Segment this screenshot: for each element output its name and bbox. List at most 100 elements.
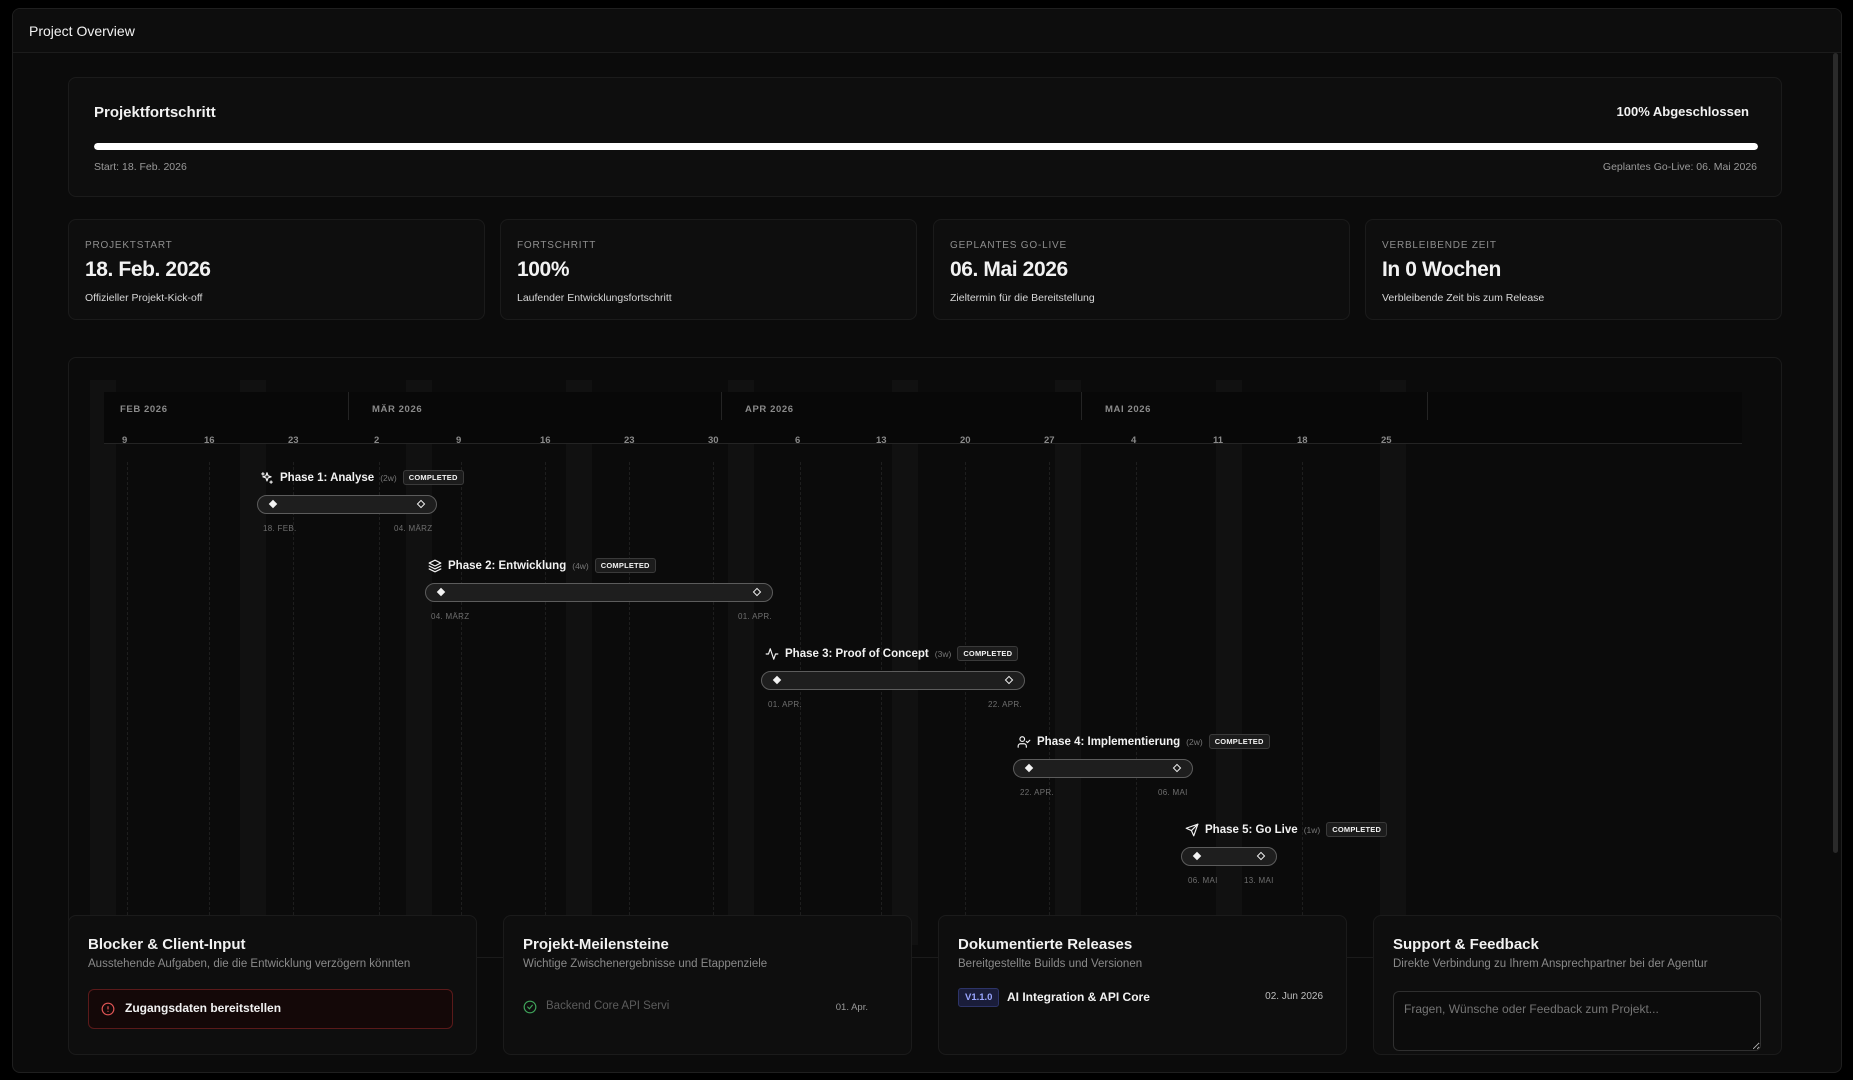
- card-subtitle: Direkte Verbindung zu Ihrem Ansprechpart…: [1393, 958, 1708, 970]
- stat-value: 18. Feb. 2026: [85, 258, 211, 281]
- week-gridline: [209, 462, 210, 945]
- version-badge: V1.1.0: [958, 988, 1000, 1007]
- stat-label: GEPLANTES GO-LIVE: [950, 240, 1067, 251]
- title-bar: Project Overview: [13, 9, 1841, 53]
- week-gridline: [1136, 462, 1137, 945]
- week-label: 25: [1381, 435, 1392, 446]
- stat-value: 06. Mai 2026: [950, 258, 1068, 281]
- phase-name: Phase 4: Implementierung: [1037, 735, 1181, 748]
- week-label: 23: [288, 435, 299, 446]
- week-gridline: [461, 462, 462, 945]
- phase-4-bar[interactable]: [1013, 759, 1193, 778]
- stat-value: 100%: [517, 258, 570, 281]
- blockers-card: Blocker & Client-Input Ausstehende Aufga…: [68, 915, 477, 1055]
- week-gridline: [1049, 462, 1050, 945]
- progress-bar-fill: [94, 143, 1758, 150]
- end-marker: [1172, 763, 1182, 773]
- week-gridline: [629, 462, 630, 945]
- week-label: 11: [1213, 435, 1224, 446]
- month-label: MÄR 2026: [372, 404, 423, 415]
- stat-label: PROJEKTSTART: [85, 240, 173, 251]
- milestone-item[interactable]: Backend Core API Servi 01. Apr.: [523, 998, 888, 1020]
- timeline-stripe: [892, 380, 918, 945]
- progress-card: Projektfortschritt 100% Abgeschlossen St…: [68, 77, 1782, 197]
- stat-description: Verbleibende Zeit bis zum Release: [1382, 292, 1545, 304]
- phase-duration: (1w): [1303, 824, 1321, 835]
- end-marker: [752, 587, 762, 597]
- phase-1-bar[interactable]: [257, 495, 437, 514]
- week-gridline: [127, 462, 128, 945]
- stat-label: VERBLEIBENDE ZEIT: [1382, 240, 1497, 251]
- week-gridline: [965, 462, 966, 945]
- start-marker: [1192, 851, 1202, 861]
- stat-description: Offizieller Projekt-Kick-off: [85, 292, 203, 304]
- release-date: 02. Jun 2026: [1265, 991, 1323, 1002]
- card-title: Support & Feedback: [1393, 936, 1539, 953]
- phase-end-date: 04. MÄRZ: [394, 524, 433, 533]
- sparkles-icon: [261, 471, 273, 484]
- phase-duration: (2w): [380, 472, 397, 483]
- week-label: 9: [456, 435, 462, 446]
- user-check-icon: [1017, 735, 1031, 748]
- phase-1-header: Phase 1: Analyse (2w) COMPLETED: [260, 470, 464, 485]
- phase-end-date: 01. APR.: [738, 612, 772, 621]
- week-gridline: [379, 462, 380, 945]
- stat-label: FORTSCHRITT: [517, 240, 597, 251]
- card-title: Dokumentierte Releases: [958, 936, 1133, 953]
- stat-card-projektstart: PROJEKTSTART 18. Feb. 2026 Offizieller P…: [68, 219, 485, 320]
- timeline-stripe: [1055, 380, 1081, 945]
- layers-icon: [428, 559, 442, 572]
- start-marker: [268, 499, 278, 509]
- phase-5-bar[interactable]: [1181, 847, 1277, 866]
- timeline-stripe: [566, 380, 592, 945]
- gantt-chart: FEB 2026 MÄR 2026 APR 2026 MAI 2026 9 16…: [68, 357, 1782, 958]
- phase-duration: (3w): [934, 648, 952, 659]
- end-marker: [416, 499, 426, 509]
- stat-card-fortschritt: FORTSCHRITT 100% Laufender Entwicklungsf…: [500, 219, 917, 320]
- week-label: 16: [540, 435, 551, 446]
- status-badge: COMPLETED: [957, 646, 1019, 661]
- week-label: 13: [876, 435, 887, 446]
- releases-card: Dokumentierte Releases Bereitgestellte B…: [938, 915, 1347, 1055]
- phase-name: Phase 3: Proof of Concept: [785, 647, 929, 660]
- support-card: Support & Feedback Direkte Verbindung zu…: [1373, 915, 1782, 1055]
- start-marker: [772, 675, 782, 685]
- stat-card-golive: GEPLANTES GO-LIVE 06. Mai 2026 Zieltermi…: [933, 219, 1350, 320]
- week-label: 27: [1044, 435, 1055, 446]
- phase-end-date: 06. MAI: [1158, 788, 1188, 797]
- week-label: 30: [708, 435, 719, 446]
- scrollbar[interactable]: [1833, 53, 1838, 853]
- week-label: 4: [1131, 435, 1137, 446]
- week-label: 16: [204, 435, 215, 446]
- progress-start-date: Start: 18. Feb. 2026: [94, 161, 187, 173]
- card-subtitle: Bereitgestellte Builds und Versionen: [958, 958, 1143, 970]
- week-label: 20: [960, 435, 971, 446]
- phase-5-header: Phase 5: Go Live (1w) COMPLETED: [1185, 822, 1388, 837]
- status-badge: COMPLETED: [402, 470, 464, 485]
- feedback-textarea[interactable]: [1393, 991, 1761, 1051]
- week-label: 23: [624, 435, 635, 446]
- phase-2-bar[interactable]: [425, 583, 773, 602]
- blocker-item[interactable]: Zugangsdaten bereitstellen: [88, 989, 453, 1029]
- blocker-label: Zugangsdaten bereitstellen: [125, 1001, 282, 1015]
- stat-description: Zieltermin für die Bereitstellung: [950, 292, 1095, 304]
- stat-description: Laufender Entwicklungsfortschritt: [517, 292, 672, 304]
- milestone-label: Backend Core API Servi: [546, 1000, 670, 1012]
- alert-circle-icon: [101, 1002, 115, 1016]
- check-circle-icon: [523, 1000, 537, 1014]
- end-marker: [1004, 675, 1014, 685]
- phase-3-bar[interactable]: [761, 671, 1025, 690]
- week-label: 9: [122, 435, 128, 446]
- stat-card-verbleibende-zeit: VERBLEIBENDE ZEIT In 0 Wochen Verbleiben…: [1365, 219, 1782, 320]
- timeline-stripe: [240, 380, 266, 945]
- week-gridline: [1302, 462, 1303, 945]
- phase-start-date: 22. APR.: [1020, 788, 1054, 797]
- week-label: 18: [1297, 435, 1308, 446]
- week-gridline: [713, 462, 714, 945]
- start-marker: [436, 587, 446, 597]
- week-gridline: [293, 462, 294, 945]
- send-icon: [1185, 823, 1199, 836]
- progress-golive-date: Geplantes Go-Live: 06. Mai 2026: [1602, 161, 1757, 173]
- release-item[interactable]: V1.1.0 AI Integration & API Core 02. Jun…: [958, 988, 1323, 1010]
- week-label: 2: [374, 435, 380, 446]
